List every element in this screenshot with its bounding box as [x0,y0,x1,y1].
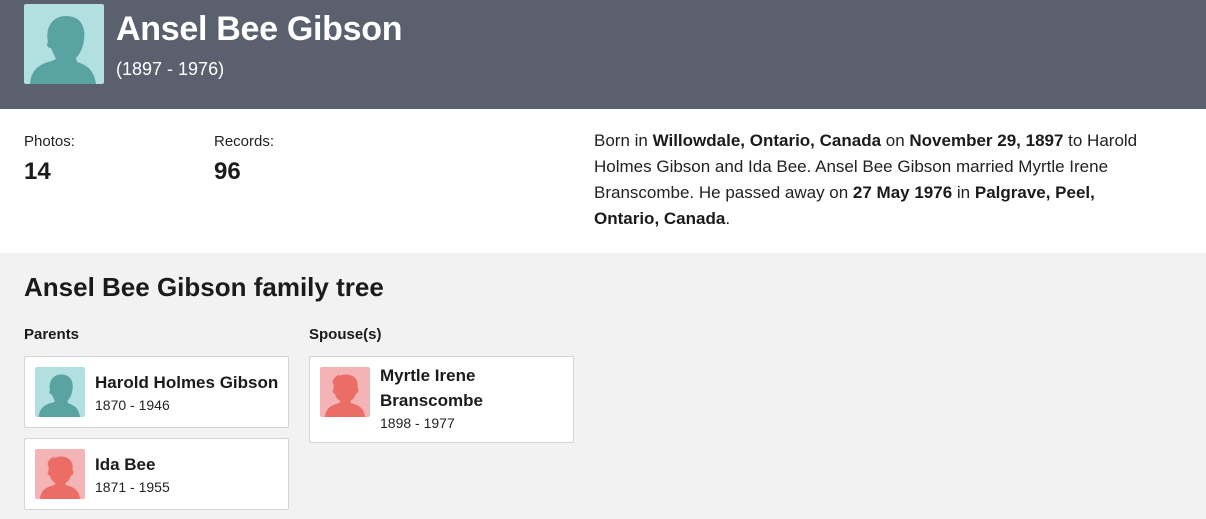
male-avatar-icon [35,367,85,417]
photos-label: Photos: [24,133,75,150]
parent-name[interactable]: Ida Bee [95,452,280,477]
spouses-label: Spouse(s) [309,326,382,343]
spouse-name[interactable]: Myrtle Irene Branscombe [380,363,530,413]
birth-date: November 29, 1897 [909,131,1064,150]
spouse-lifespan: 1898 - 1977 [380,415,455,431]
parent-lifespan: 1870 - 1946 [95,397,170,413]
records-label: Records: [214,133,275,150]
records-count[interactable]: 96 [214,158,241,186]
spouse-card-myrtle[interactable]: Myrtle Irene Branscombe 1898 - 1977 [309,356,574,443]
bio-text: on [881,131,910,150]
parent-card-ida[interactable]: Ida Bee 1871 - 1955 [24,438,289,510]
birth-place: Willowdale, Ontario, Canada [652,131,882,150]
profile-summary: Photos: 14 Records: 96 Born in Willowdal… [0,109,1206,253]
person-name: Ansel Bee Gibson [116,10,403,48]
parent-lifespan: 1871 - 1955 [95,479,170,495]
bio-text: . [725,209,731,228]
female-avatar-icon [35,449,85,499]
death-date: 27 May 1976 [852,183,953,202]
family-tree-title: Ansel Bee Gibson family tree [24,272,384,302]
parents-label: Parents [24,326,80,343]
male-avatar-icon[interactable] [24,4,104,84]
bio-text: in [952,183,975,202]
bio-text: Born in [594,131,653,150]
female-avatar-icon [320,367,370,417]
parent-card-harold[interactable]: Harold Holmes Gibson 1870 - 1946 [24,356,289,428]
profile-header: Ansel Bee Gibson (1897 - 1976) [0,0,1206,109]
biography-text: Born in Willowdale, Ontario, Canada on N… [594,128,1164,232]
parent-name[interactable]: Harold Holmes Gibson [95,370,280,395]
photos-count[interactable]: 14 [24,158,51,186]
person-lifespan: (1897 - 1976) [116,59,225,79]
